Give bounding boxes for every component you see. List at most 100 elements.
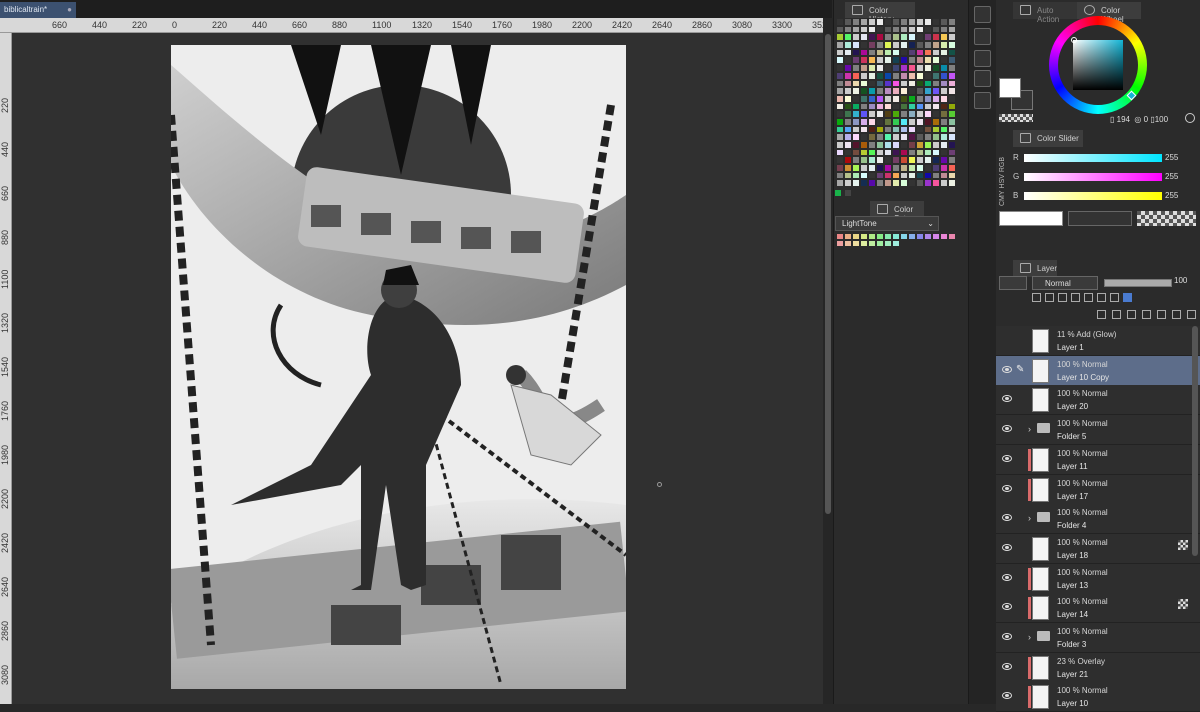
color-swatch[interactable] [892,18,900,26]
color-swatch[interactable] [900,102,908,111]
color-swatch[interactable] [924,71,932,80]
mask-icon[interactable] [1097,293,1106,302]
color-swatch[interactable] [900,18,908,26]
color-swatch[interactable] [836,133,844,141]
color-swatch[interactable] [868,164,876,172]
sub-color-swatch[interactable] [845,190,851,196]
color-set-swatch[interactable] [860,233,868,240]
color-swatch[interactable] [844,164,852,172]
color-swatch[interactable] [940,102,948,111]
color-swatch[interactable] [932,110,940,118]
tab-cmy[interactable]: CMY [999,190,1006,206]
color-swatch[interactable] [892,41,900,49]
color-swatch[interactable] [900,64,908,72]
color-set-swatch[interactable] [900,233,908,240]
color-swatch[interactable] [860,110,868,118]
color-swatch[interactable] [852,18,860,26]
vertical-ruler[interactable]: 220 440 660 880 1100 1320 1540 1760 1980 2200 2420… [0,33,12,704]
color-swatch[interactable] [860,171,868,180]
color-swatch[interactable] [924,25,932,34]
color-swatch[interactable] [892,117,900,126]
layer-row[interactable]: ✎ 100 % Normal Layer 10 Copy [996,355,1200,386]
clip-icon[interactable] [1032,293,1041,302]
color-set-swatch[interactable] [876,240,884,247]
tab-rgb[interactable]: RGB [999,157,1006,172]
color-set-swatch[interactable] [916,233,924,240]
color-swatch[interactable] [900,125,908,134]
slider-track-b[interactable] [1024,192,1162,200]
color-swatch[interactable] [852,94,860,103]
color-swatch[interactable] [836,25,844,34]
layer-color-icon[interactable] [1123,293,1132,302]
eye-icon[interactable] [1002,514,1012,522]
color-swatch[interactable] [876,25,884,34]
color-swatch[interactable] [900,179,908,188]
artwork-canvas[interactable] [171,45,626,689]
color-swatch[interactable] [892,179,900,188]
color-swatch[interactable] [924,117,932,126]
eye-icon[interactable] [1002,454,1012,462]
color-swatch[interactable] [836,48,844,57]
color-swatch[interactable] [844,171,852,180]
layer-row[interactable]: › 100 % Normal Folder 5 [996,415,1200,446]
color-swatch[interactable] [948,156,956,165]
color-swatch[interactable] [892,48,900,57]
color-set-swatch[interactable] [884,240,892,247]
color-set-swatch[interactable] [852,233,860,240]
color-swatch[interactable] [932,141,940,149]
eye-icon[interactable] [1002,365,1012,373]
color-swatch[interactable] [908,18,916,26]
sv-picker-handle[interactable] [1071,37,1077,43]
color-swatch[interactable] [924,156,932,165]
color-swatch[interactable] [884,79,892,88]
color-swatch[interactable] [884,33,892,42]
color-swatch[interactable] [900,87,908,95]
color-swatch[interactable] [844,71,852,80]
color-swatch[interactable] [900,171,908,180]
color-swatch[interactable] [852,64,860,72]
color-swatch[interactable] [892,156,900,165]
color-swatch[interactable] [908,64,916,72]
color-swatch[interactable] [836,141,844,149]
color-swatch[interactable] [836,64,844,72]
color-swatch[interactable] [932,18,940,26]
color-swatch[interactable] [924,133,932,141]
color-swatch[interactable] [836,94,844,103]
eye-icon[interactable] [1002,543,1012,551]
blend-mode-dropdown[interactable]: Normal [1032,276,1098,290]
color-swatch[interactable] [860,125,868,134]
color-swatch[interactable] [940,71,948,80]
color-set-swatch[interactable] [836,240,844,247]
color-swatch[interactable] [884,117,892,126]
color-swatch[interactable] [892,71,900,80]
color-swatch[interactable] [924,56,932,65]
layer-property-toggle[interactable] [999,276,1027,290]
color-swatch[interactable] [924,148,932,157]
color-swatch[interactable] [876,71,884,80]
color-swatch[interactable] [940,25,948,34]
color-swatch[interactable] [948,141,956,149]
color-swatch[interactable] [924,18,932,26]
color-swatch[interactable] [868,110,876,118]
color-swatch[interactable] [948,64,956,72]
color-swatch[interactable] [852,79,860,88]
color-swatch[interactable] [940,179,948,188]
color-swatch[interactable] [924,79,932,88]
color-swatch[interactable] [836,171,844,180]
color-swatch[interactable] [860,41,868,49]
color-swatch[interactable] [940,171,948,180]
color-swatch[interactable] [916,141,924,149]
color-swatch[interactable] [908,102,916,111]
color-swatch[interactable] [852,87,860,95]
color-swatch[interactable] [844,110,852,118]
color-swatch[interactable] [884,71,892,80]
color-swatch[interactable] [852,56,860,65]
color-swatch[interactable] [868,94,876,103]
color-swatch[interactable] [948,117,956,126]
color-swatch[interactable] [860,33,868,42]
color-history-swatches[interactable] [836,18,966,190]
color-swatch[interactable] [916,94,924,103]
reference-icon[interactable] [1045,293,1054,302]
color-swatch[interactable] [868,56,876,65]
transparent-color-box[interactable] [999,114,1033,122]
